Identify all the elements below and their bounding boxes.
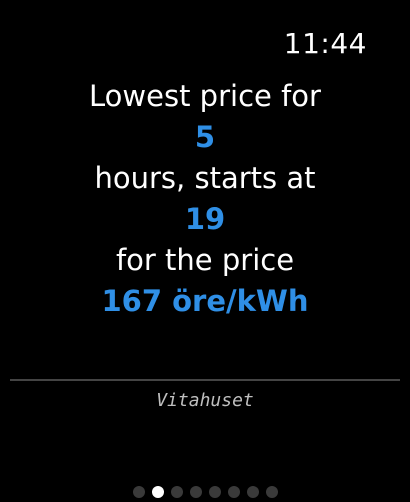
page-dot-active[interactable]: [151, 486, 164, 498]
message-line-lowest-price: Lowest price for: [89, 79, 321, 113]
page-dot[interactable]: [132, 486, 145, 498]
start-hour-value: 19: [184, 202, 226, 236]
clock-time: 11:44: [283, 27, 367, 60]
page-dot[interactable]: [227, 486, 240, 498]
page-dot[interactable]: [170, 486, 183, 498]
page-dot[interactable]: [246, 486, 259, 498]
location-label: Vitahuset: [156, 390, 254, 411]
page-dot[interactable]: [208, 486, 221, 498]
page-indicator[interactable]: [0, 486, 410, 498]
lowest-price-message: Lowest price for 5 hours, starts at 19 f…: [0, 76, 410, 322]
divider: [10, 379, 400, 381]
message-line-for-price: for the price: [115, 243, 295, 277]
hours-value: 5: [194, 120, 216, 154]
page-dot[interactable]: [189, 486, 202, 498]
message-line-starts-at: hours, starts at: [94, 161, 316, 195]
price-value: 167 öre/kWh: [101, 284, 309, 318]
page-dot[interactable]: [265, 486, 278, 498]
